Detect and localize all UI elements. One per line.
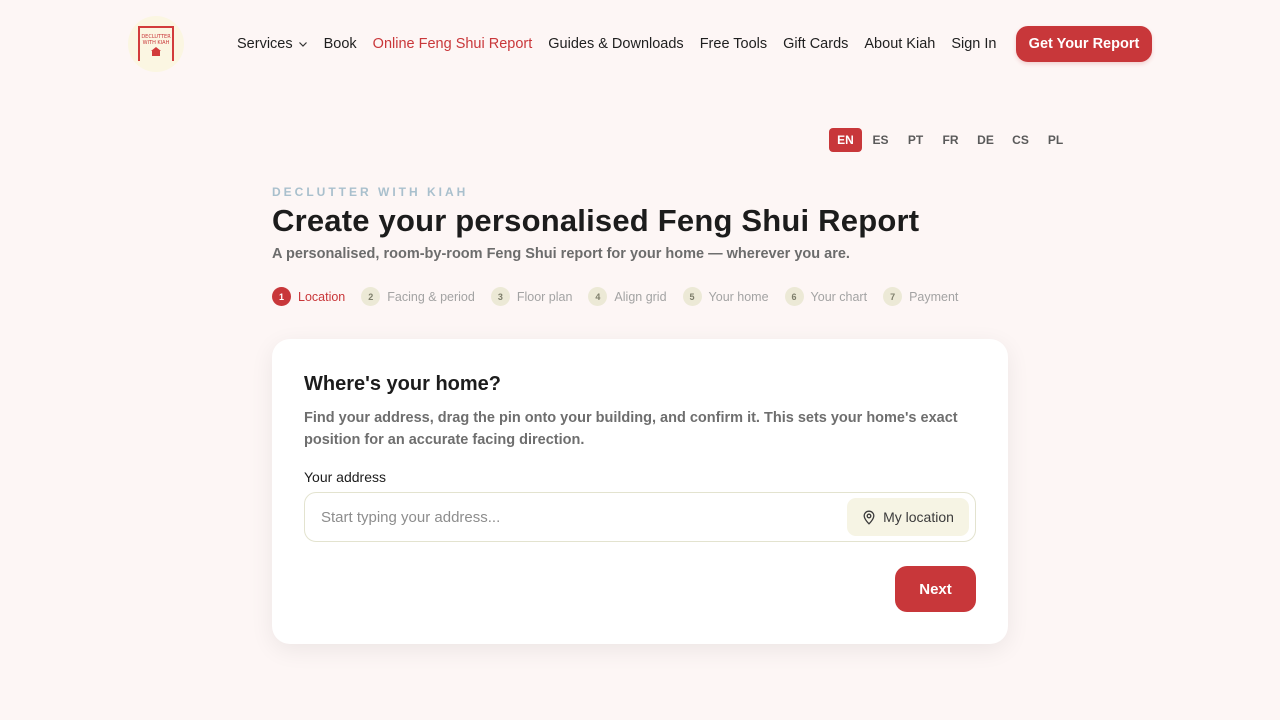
step-label: Align grid	[614, 289, 667, 304]
page-subtitle: A personalised, room-by-room Feng Shui r…	[272, 246, 850, 262]
address-input[interactable]	[305, 493, 847, 541]
step-your-home: 5 Your home	[682, 287, 769, 306]
step-number: 4	[588, 287, 608, 306]
card-title: Where's your home?	[304, 373, 502, 395]
location-card: Where's your home? Find your address, dr…	[272, 339, 1008, 644]
step-number: 7	[883, 287, 903, 306]
house-icon-body	[152, 51, 160, 56]
logo[interactable]: DECLUTTER WITH KIAH	[128, 16, 184, 72]
step-facing-period: 2 Facing & period	[361, 287, 475, 306]
logo-text: DECLUTTER WITH KIAH	[141, 34, 171, 46]
step-label: Location	[298, 289, 346, 304]
logo-frame	[138, 26, 174, 28]
lang-de[interactable]: DE	[969, 128, 1002, 152]
get-report-button[interactable]: Get Your Report	[1016, 26, 1152, 62]
step-location: 1 Location	[272, 287, 345, 306]
nav-item-label: Services	[237, 36, 293, 52]
address-field: My location	[304, 492, 976, 542]
my-location-button[interactable]: My location	[847, 498, 969, 536]
lang-en[interactable]: EN	[829, 128, 862, 152]
progress-steps: 1 Location 2 Facing & period 3 Floor pla…	[272, 287, 974, 306]
step-label: Facing & period	[387, 289, 475, 304]
step-floor-plan: 3 Floor plan	[490, 287, 573, 306]
eyebrow-text: DECLUTTER WITH KIAH	[272, 185, 469, 199]
logo-mark: DECLUTTER WITH KIAH	[137, 25, 175, 63]
step-label: Floor plan	[516, 289, 573, 304]
step-label: Payment	[909, 289, 959, 304]
step-number: 3	[490, 287, 510, 306]
nav-item-book[interactable]: Book	[324, 36, 357, 52]
next-button[interactable]: Next	[895, 566, 976, 612]
nav-item-guides[interactable]: Guides & Downloads	[548, 36, 683, 52]
nav-item-services[interactable]: Services	[237, 36, 308, 52]
step-number: 1	[272, 287, 291, 306]
lang-pt[interactable]: PT	[899, 128, 932, 152]
step-your-chart: 6 Your chart	[784, 287, 868, 306]
step-label: Your home	[708, 289, 769, 304]
nav-item-about[interactable]: About Kiah	[864, 36, 935, 52]
nav-item-sign-in[interactable]: Sign In	[951, 36, 996, 52]
nav-item-online-report[interactable]: Online Feng Shui Report	[373, 36, 533, 52]
step-payment: 7 Payment	[883, 287, 958, 306]
language-selector: EN ES PT FR DE CS PL	[829, 128, 1074, 152]
step-label: Your chart	[810, 289, 868, 304]
step-number: 5	[682, 287, 702, 306]
nav-item-free-tools[interactable]: Free Tools	[700, 36, 767, 52]
page-title: Create your personalised Feng Shui Repor…	[272, 203, 920, 238]
lang-fr[interactable]: FR	[934, 128, 967, 152]
chevron-down-icon	[298, 42, 307, 47]
map-pin-icon	[863, 510, 875, 525]
step-number: 2	[361, 287, 381, 306]
address-label: Your address	[304, 469, 386, 485]
main-nav: Services Book Online Feng Shui Report Gu…	[237, 26, 1013, 62]
step-number: 6	[784, 287, 804, 306]
step-align-grid: 4 Align grid	[588, 287, 667, 306]
nav-item-gift-cards[interactable]: Gift Cards	[783, 36, 848, 52]
lang-es[interactable]: ES	[864, 128, 897, 152]
my-location-label: My location	[883, 509, 954, 525]
lang-pl[interactable]: PL	[1039, 128, 1072, 152]
card-description: Find your address, drag the pin onto you…	[304, 410, 958, 448]
lang-cs[interactable]: CS	[1004, 128, 1037, 152]
